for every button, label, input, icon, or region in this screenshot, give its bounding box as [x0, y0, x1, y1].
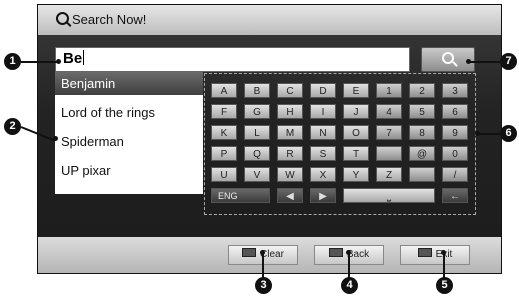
- key-d[interactable]: D: [310, 83, 336, 98]
- callout-1: 1: [4, 53, 21, 70]
- result-item-up-pixar[interactable]: UP pixar: [55, 159, 203, 182]
- search-icon: [56, 12, 69, 25]
- callout-2-dot: [53, 136, 58, 141]
- key-blank[interactable]: [376, 146, 402, 161]
- key-a[interactable]: A: [211, 83, 237, 98]
- callout-4-line: [348, 252, 350, 278]
- key-c[interactable]: C: [277, 83, 303, 98]
- key-at[interactable]: @: [409, 146, 435, 161]
- key-6[interactable]: 6: [442, 104, 468, 119]
- key-h[interactable]: H: [277, 104, 303, 119]
- key-blank-2[interactable]: [409, 167, 435, 182]
- key-q[interactable]: Q: [244, 146, 270, 161]
- key-slash[interactable]: /: [442, 167, 468, 182]
- key-3[interactable]: 3: [442, 83, 468, 98]
- key-t[interactable]: T: [343, 146, 369, 161]
- key-z[interactable]: Z: [376, 167, 402, 182]
- key-p[interactable]: P: [211, 146, 237, 161]
- callout-4: 4: [341, 277, 358, 294]
- callout-5: 5: [436, 277, 453, 294]
- on-screen-keyboard: A B C D E 1 2 3 F G H I J 4 5 6 K L M N …: [204, 73, 476, 215]
- callout-3: 3: [255, 277, 272, 294]
- key-m[interactable]: M: [277, 125, 303, 140]
- callout-6: 6: [500, 125, 517, 142]
- key-space[interactable]: ⎵: [343, 188, 435, 203]
- title-text: Search Now!: [72, 12, 147, 27]
- callout-2: 2: [4, 118, 21, 135]
- red-button-icon: [242, 248, 257, 257]
- callout-4-dot: [346, 250, 351, 255]
- key-o[interactable]: O: [343, 125, 369, 140]
- callout-7-dot: [466, 59, 471, 64]
- text-caret: [83, 50, 85, 65]
- key-8[interactable]: 8: [409, 125, 435, 140]
- key-cursor-right[interactable]: ▶: [310, 188, 336, 203]
- key-e[interactable]: E: [343, 83, 369, 98]
- key-f[interactable]: F: [211, 104, 237, 119]
- key-4[interactable]: 4: [376, 104, 402, 119]
- key-2[interactable]: 2: [409, 83, 435, 98]
- exit-button[interactable]: Exit: [400, 245, 470, 265]
- result-item-spiderman[interactable]: Spiderman: [55, 130, 203, 153]
- search-icon: [442, 52, 454, 64]
- key-j[interactable]: J: [343, 104, 369, 119]
- key-l[interactable]: L: [244, 125, 270, 140]
- callout-5-line: [443, 252, 445, 278]
- callout-6-line: [478, 133, 501, 135]
- callout-7: 7: [500, 53, 517, 70]
- results-list: Benjamin Lord of the rings Spiderman UP …: [55, 72, 203, 194]
- key-cursor-left[interactable]: ◀: [277, 188, 303, 203]
- search-input[interactable]: Be: [55, 47, 410, 72]
- callout-6-dot: [475, 131, 480, 136]
- key-x[interactable]: X: [310, 167, 336, 182]
- key-eng[interactable]: ENG: [211, 188, 270, 203]
- search-input-value: Be: [63, 50, 83, 67]
- key-0[interactable]: 0: [442, 146, 468, 161]
- bottom-button-bar: Clear Back Exit: [38, 237, 501, 273]
- result-item-lord-of-the-rings[interactable]: Lord of the rings: [55, 101, 203, 124]
- key-i[interactable]: I: [310, 104, 336, 119]
- key-s[interactable]: S: [310, 146, 336, 161]
- key-9[interactable]: 9: [442, 125, 468, 140]
- key-backspace[interactable]: ←: [442, 188, 468, 203]
- callout-3-dot: [260, 250, 265, 255]
- key-v[interactable]: V: [244, 167, 270, 182]
- key-w[interactable]: W: [277, 167, 303, 182]
- exit-button-icon: [417, 248, 432, 257]
- result-item-benjamin[interactable]: Benjamin: [55, 72, 203, 95]
- key-b[interactable]: B: [244, 83, 270, 98]
- back-button-icon: [328, 248, 343, 257]
- callout-3-line: [262, 252, 264, 278]
- callout-7-line: [470, 61, 501, 63]
- callout-1-dot: [56, 59, 61, 64]
- search-screen: Search Now! Be Benjamin Lord of the ring…: [37, 4, 502, 274]
- header-bar: Search Now!: [38, 5, 501, 35]
- key-1[interactable]: 1: [376, 83, 402, 98]
- key-r[interactable]: R: [277, 146, 303, 161]
- key-g[interactable]: G: [244, 104, 270, 119]
- callout-1-line: [21, 61, 58, 63]
- key-k[interactable]: K: [211, 125, 237, 140]
- key-y[interactable]: Y: [343, 167, 369, 182]
- callout-5-dot: [441, 250, 446, 255]
- key-7[interactable]: 7: [376, 125, 402, 140]
- page-title: Search Now!: [56, 12, 146, 27]
- key-n[interactable]: N: [310, 125, 336, 140]
- key-u[interactable]: U: [211, 167, 237, 182]
- key-5[interactable]: 5: [409, 104, 435, 119]
